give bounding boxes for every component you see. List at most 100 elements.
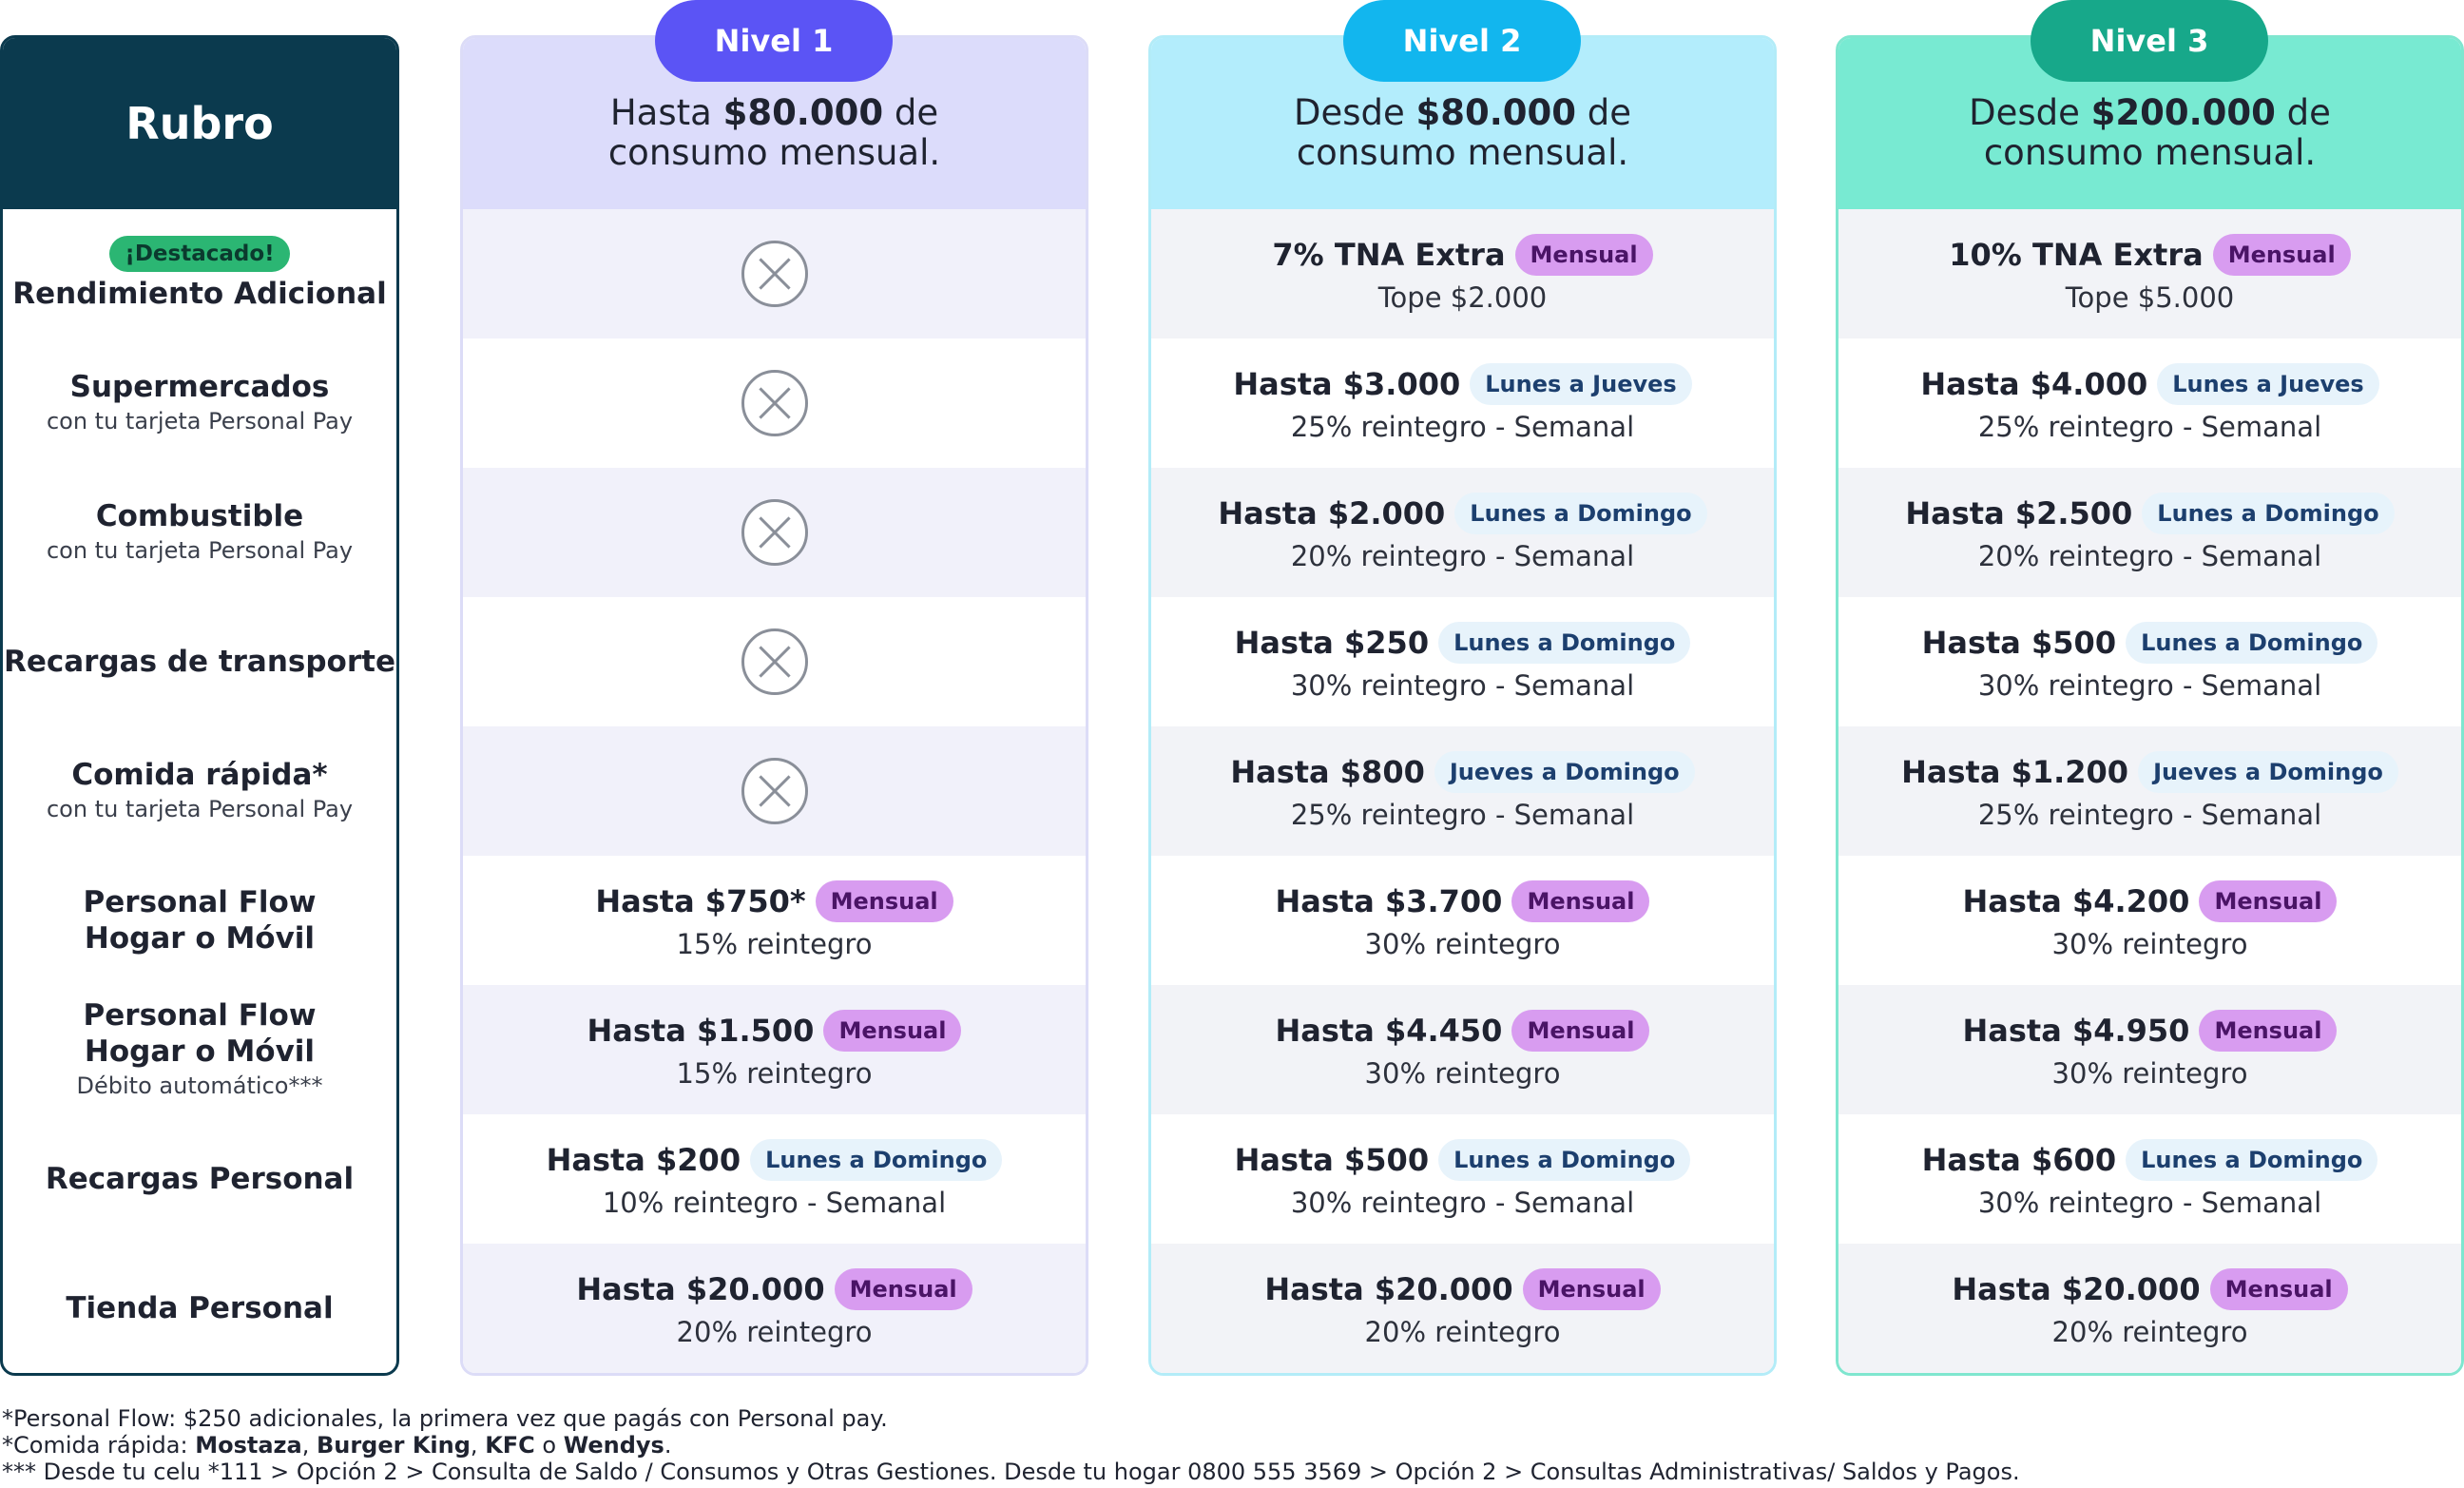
nivel-3-column: Desde $200.000 de consumo mensual. 10% T… bbox=[1836, 35, 2464, 1376]
frequency-badge: Lunes a Jueves bbox=[1470, 363, 1692, 405]
benefit-detail: 25% reintegro - Semanal bbox=[1290, 411, 1635, 443]
benefit-cell: Hasta $600 Lunes a Domingo 30% reintegro -… bbox=[1838, 1114, 2461, 1244]
frequency-badge: Mensual bbox=[2212, 234, 2351, 276]
rubro-row: Personal Flow Hogar o Móvil bbox=[3, 856, 396, 985]
tab-nivel-2[interactable]: Nivel 2 bbox=[1343, 0, 1581, 82]
benefit-line: Hasta $800 Jueves a Domingo bbox=[1230, 751, 1695, 793]
brand-wendys: Wendys bbox=[563, 1432, 664, 1459]
footnote-personal-flow: *Personal Flow: $250 adicionales, la pri… bbox=[2, 1405, 888, 1432]
destacado-badge: ¡Destacado! bbox=[109, 236, 290, 272]
benefit-amount: Hasta $2.000 bbox=[1218, 495, 1446, 531]
benefit-detail: 25% reintegro - Semanal bbox=[1977, 411, 2322, 443]
benefit-amount: Hasta $250 bbox=[1234, 625, 1430, 661]
rubro-subtitle: con tu tarjeta Personal Pay bbox=[46, 537, 354, 564]
benefit-cell bbox=[463, 468, 1086, 597]
brand-kfc: KFC bbox=[485, 1432, 535, 1459]
benefit-detail: 20% reintegro bbox=[676, 1316, 873, 1348]
benefit-cell: Hasta $4.450 Mensual 30% reintegro bbox=[1151, 985, 1774, 1114]
nivel-1-head-line2: consumo mensual. bbox=[607, 132, 941, 173]
benefit-detail: 30% reintegro - Semanal bbox=[1977, 669, 2322, 702]
benefit-detail: 30% reintegro - Semanal bbox=[1290, 669, 1635, 702]
footnote-sep: , bbox=[301, 1432, 317, 1459]
rubro-row: Recargas de transporte bbox=[3, 597, 396, 726]
benefit-detail: 20% reintegro - Semanal bbox=[1977, 540, 2322, 572]
frequency-badge: Mensual bbox=[815, 880, 953, 922]
tab-nivel-1[interactable]: Nivel 1 bbox=[655, 0, 893, 82]
benefit-amount: Hasta $4.450 bbox=[1275, 1013, 1503, 1049]
benefit-detail: 30% reintegro bbox=[1364, 1057, 1561, 1090]
benefit-line: Hasta $2.000 Lunes a Domingo bbox=[1218, 493, 1707, 534]
frequency-badge: Mensual bbox=[2209, 1268, 2348, 1310]
rubro-name: Rendimiento Adicional bbox=[12, 277, 387, 311]
benefit-line: Hasta $1.200 Jueves a Domingo bbox=[1901, 751, 2398, 793]
benefit-amount: 7% TNA Extra bbox=[1272, 237, 1506, 273]
x-circle-icon bbox=[741, 241, 808, 307]
footnote-prefix: *Comida rápida: bbox=[2, 1432, 196, 1459]
benefit-amount: Hasta $2.500 bbox=[1905, 495, 2133, 531]
nivel-1-head-pre: Hasta bbox=[609, 92, 712, 133]
benefit-line: Hasta $250 Lunes a Domingo bbox=[1235, 622, 1691, 664]
nivel-2-column: Desde $80.000 de consumo mensual. 7% TNA… bbox=[1148, 35, 1777, 1376]
benefit-detail: 20% reintegro bbox=[1364, 1316, 1561, 1348]
benefit-cell bbox=[463, 338, 1086, 468]
benefit-cell: Hasta $20.000 Mensual 20% reintegro bbox=[1151, 1244, 1774, 1373]
benefit-detail: 15% reintegro bbox=[676, 1057, 873, 1090]
rubro-name: Combustible bbox=[95, 499, 304, 533]
rubro-name: Personal Flow bbox=[83, 998, 317, 1033]
frequency-badge: Lunes a Domingo bbox=[2126, 1139, 2378, 1181]
brand-burger-king: Burger King bbox=[316, 1432, 471, 1459]
rubro-row: Comida rápida* con tu tarjeta Personal Pa… bbox=[3, 726, 396, 856]
benefit-detail: 30% reintegro bbox=[2051, 928, 2248, 960]
x-circle-icon bbox=[741, 758, 808, 824]
benefit-cell bbox=[463, 597, 1086, 726]
rubro-row: Tienda Personal bbox=[3, 1244, 396, 1373]
benefit-line: Hasta $4.450 Mensual bbox=[1276, 1010, 1650, 1052]
benefit-cell: Hasta $250 Lunes a Domingo 30% reintegro -… bbox=[1151, 597, 1774, 726]
benefit-cell: Hasta $2.000 Lunes a Domingo 20% reintegro… bbox=[1151, 468, 1774, 597]
benefit-detail: 10% reintegro - Semanal bbox=[602, 1187, 947, 1219]
nivel-3-head-pre: Desde bbox=[1969, 92, 2080, 133]
frequency-badge: Jueves a Domingo bbox=[2138, 751, 2398, 793]
benefit-amount: Hasta $200 bbox=[546, 1142, 741, 1178]
footnote-sep: , bbox=[470, 1432, 486, 1459]
tab-nivel-3[interactable]: Nivel 3 bbox=[2031, 0, 2268, 82]
benefit-cell: Hasta $2.500 Lunes a Domingo 20% reintegro… bbox=[1838, 468, 2461, 597]
benefit-line: Hasta $600 Lunes a Domingo bbox=[1922, 1139, 2378, 1181]
frequency-badge: Mensual bbox=[2199, 1010, 2338, 1052]
frequency-badge: Mensual bbox=[834, 1268, 972, 1310]
frequency-badge: Mensual bbox=[2199, 880, 2338, 922]
benefit-detail: 25% reintegro - Semanal bbox=[1977, 799, 2322, 831]
benefit-detail: 30% reintegro - Semanal bbox=[1977, 1187, 2322, 1219]
footnote-consultas: *** Desde tu celu *111 > Opción 2 > Cons… bbox=[2, 1459, 2020, 1485]
benefit-cell: Hasta $3.700 Mensual 30% reintegro bbox=[1151, 856, 1774, 985]
footnote-end: . bbox=[664, 1432, 672, 1459]
rubro-column: Rubro ¡Destacado! Rendimiento Adicional Su… bbox=[0, 35, 399, 1376]
benefit-amount: Hasta $3.700 bbox=[1275, 883, 1503, 919]
benefit-line: Hasta $1.500 Mensual bbox=[587, 1010, 962, 1052]
benefit-cell: Hasta $4.200 Mensual 30% reintegro bbox=[1838, 856, 2461, 985]
benefit-amount: Hasta $800 bbox=[1230, 754, 1425, 790]
rubro-name-line2: Hogar o Móvil bbox=[84, 921, 316, 956]
rubro-subtitle: Débito automático*** bbox=[76, 1073, 323, 1099]
rubro-subtitle: con tu tarjeta Personal Pay bbox=[46, 408, 354, 435]
frequency-badge: Lunes a Domingo bbox=[2126, 622, 2378, 664]
benefit-cell: Hasta $1.200 Jueves a Domingo 25% reintegr… bbox=[1838, 726, 2461, 856]
benefit-amount: Hasta $500 bbox=[1234, 1142, 1430, 1178]
benefit-line: Hasta $750* Mensual bbox=[595, 880, 953, 922]
benefit-cell: Hasta $500 Lunes a Domingo 30% reintegro -… bbox=[1838, 597, 2461, 726]
footnote-comida-rapida: *Comida rápida: Mostaza, Burger King, KF… bbox=[2, 1432, 2020, 1459]
benefit-line: Hasta $200 Lunes a Domingo bbox=[547, 1139, 1003, 1181]
benefit-detail: 15% reintegro bbox=[676, 928, 873, 960]
benefit-amount: Hasta $1.200 bbox=[1901, 754, 2129, 790]
rubro-row: Recargas Personal bbox=[3, 1114, 396, 1244]
benefit-amount: Hasta $4.000 bbox=[1920, 366, 2148, 402]
benefit-detail: 20% reintegro - Semanal bbox=[1290, 540, 1635, 572]
rubro-name: Recargas Personal bbox=[45, 1162, 355, 1196]
benefit-cell: Hasta $200 Lunes a Domingo 10% reintegro -… bbox=[463, 1114, 1086, 1244]
benefit-cell: Hasta $20.000 Mensual 20% reintegro bbox=[1838, 1244, 2461, 1373]
benefit-detail: 30% reintegro bbox=[1364, 928, 1561, 960]
benefit-amount: Hasta $20.000 bbox=[576, 1271, 825, 1307]
benefit-line: 10% TNA Extra Mensual bbox=[1949, 234, 2351, 276]
frequency-badge: Mensual bbox=[1511, 1010, 1650, 1052]
benefit-line: Hasta $3.700 Mensual bbox=[1276, 880, 1650, 922]
